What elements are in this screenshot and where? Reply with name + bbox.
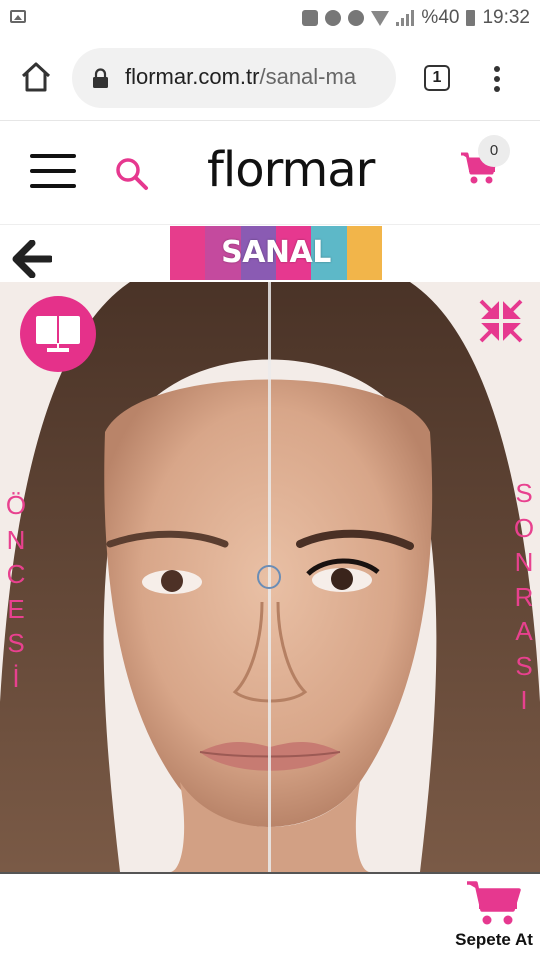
home-icon[interactable] bbox=[20, 61, 52, 93]
battery-icon bbox=[466, 10, 476, 26]
back-arrow-icon[interactable] bbox=[12, 240, 52, 278]
collapse-icon[interactable] bbox=[478, 298, 524, 344]
alarm-icon bbox=[348, 10, 365, 26]
cart-count-badge: 0 bbox=[478, 135, 510, 167]
add-to-cart-button[interactable]: Sepete At bbox=[454, 880, 534, 952]
divider-handle[interactable] bbox=[257, 565, 281, 589]
makeup-preview[interactable]: ÖNCESİ SONRASI bbox=[0, 282, 540, 874]
after-label: SONRASI bbox=[513, 478, 535, 715]
url-path: /sanal-ma bbox=[259, 64, 357, 89]
url-text: flormar.com.tr/sanal-ma bbox=[125, 64, 356, 90]
before-label: ÖNCESİ bbox=[5, 490, 27, 693]
address-bar[interactable]: flormar.com.tr/sanal-ma bbox=[72, 48, 396, 108]
browser-toolbar: flormar.com.tr/sanal-ma 1 bbox=[0, 36, 540, 121]
search-icon[interactable] bbox=[114, 156, 150, 192]
gallery-notification-icon bbox=[10, 10, 26, 23]
browser-menu-icon[interactable] bbox=[493, 66, 501, 92]
signal-icon bbox=[396, 10, 415, 26]
lock-icon bbox=[93, 68, 108, 88]
site-header: flormar 0 bbox=[0, 121, 540, 225]
cart-icon bbox=[467, 881, 521, 925]
status-icons: %40 19:32 bbox=[302, 6, 530, 30]
brand-logo[interactable]: flormar bbox=[207, 142, 375, 198]
add-to-cart-label: Sepete At bbox=[455, 930, 533, 949]
split-screen-icon bbox=[36, 316, 80, 344]
mute-icon bbox=[325, 10, 342, 26]
clock: 19:32 bbox=[482, 7, 530, 28]
battery-percent: %40 bbox=[421, 7, 460, 28]
wifi-icon bbox=[371, 10, 390, 26]
menu-icon[interactable] bbox=[30, 154, 76, 188]
banner-title: SANAL MAKYAJ bbox=[221, 235, 331, 270]
tab-switcher-button[interactable]: 1 bbox=[424, 65, 450, 91]
url-domain: flormar.com.tr bbox=[125, 64, 260, 89]
nfc-icon bbox=[302, 10, 319, 26]
virtual-makeup-banner: SANAL MAKYAJ bbox=[170, 226, 382, 280]
status-bar: %40 19:32 bbox=[0, 0, 540, 36]
compare-toggle-button[interactable] bbox=[20, 296, 96, 372]
